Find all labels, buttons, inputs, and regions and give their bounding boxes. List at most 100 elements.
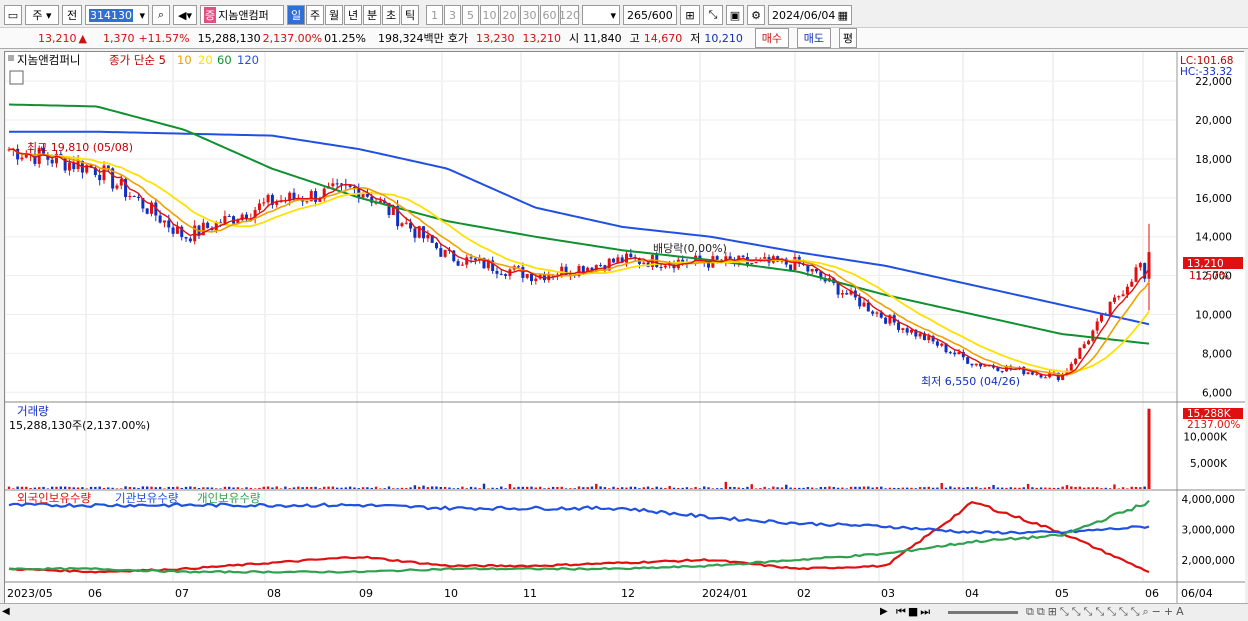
- volume-bar: [754, 488, 758, 489]
- candle-body: [132, 195, 136, 197]
- change-percent: +11.57%: [138, 31, 190, 45]
- volume-bar: [1117, 488, 1120, 489]
- candle-body: [612, 258, 616, 263]
- volume-bar: [448, 487, 451, 489]
- date-input[interactable]: 2024/06/04 ▦: [768, 5, 852, 25]
- candle-body: [866, 302, 870, 312]
- volume-tick-label: 10,000K: [1183, 432, 1228, 444]
- save-icon[interactable]: ▣: [726, 5, 744, 25]
- volume-bar: [335, 487, 339, 489]
- volume-bar: [949, 486, 952, 489]
- x-axis-label: 2023/05: [7, 587, 53, 600]
- volume-bar: [573, 488, 576, 489]
- volume-bar: [301, 487, 304, 489]
- holding-line-0: [8, 500, 1150, 574]
- chart-area[interactable]: 22,000 20,000 18,000 16,000 14,000 12,000 10,0…: [4, 51, 1245, 605]
- volume-bar: [884, 488, 887, 489]
- volume-bar: [651, 487, 654, 489]
- candle-body: [983, 365, 987, 367]
- tab-4[interactable]: 분: [363, 5, 381, 25]
- draw-tool-icon[interactable]: ⤡: [703, 5, 723, 25]
- gear-icon[interactable]: ⚙: [747, 5, 765, 25]
- tool-icons[interactable]: ⧉⧉⊞⤡⤡⤡⤡⤡⤡⤡⌕−+A: [1026, 605, 1187, 619]
- candle-body: [162, 220, 166, 223]
- candle-body: [98, 174, 102, 181]
- volume-bar: [76, 487, 80, 489]
- holding-tick-label: 4,000,000: [1182, 494, 1235, 506]
- chart-svg[interactable]: 22,00020,00018,00016,00014,00012,00010,0…: [4, 52, 1245, 605]
- chevron-down-icon[interactable]: ▾: [139, 9, 145, 22]
- volume-bar: [219, 488, 222, 489]
- volume-bar: [672, 487, 676, 489]
- scroll-left-icon[interactable]: ◀: [2, 606, 10, 617]
- volume-bar: [638, 488, 641, 489]
- candle-body: [525, 273, 529, 278]
- tab-1[interactable]: 주: [306, 5, 324, 25]
- volume-bar: [357, 488, 360, 489]
- calendar-icon[interactable]: ▦: [838, 9, 848, 22]
- buy-button[interactable]: 매수: [754, 28, 789, 48]
- tab-2[interactable]: 월: [325, 5, 343, 25]
- x-axis-label: 03: [881, 587, 895, 600]
- interval-120[interactable]: 120: [559, 5, 580, 25]
- tab-0[interactable]: 일: [287, 5, 305, 25]
- volume-bar: [841, 487, 844, 489]
- holding-legend-0: 외국인보유수량: [17, 491, 91, 505]
- period-select[interactable]: 전: [62, 5, 82, 25]
- volume-bar: [707, 487, 710, 489]
- volume-bar: [107, 487, 110, 489]
- eval-button[interactable]: 평: [838, 28, 857, 48]
- volume-bar: [491, 487, 494, 489]
- volume-bar: [586, 487, 589, 489]
- interval-60[interactable]: 60: [540, 5, 559, 25]
- price-tick-label: 10,000: [1195, 310, 1232, 322]
- stock-name-field[interactable]: 증 지놈앤컴퍼: [200, 5, 284, 25]
- interval-3[interactable]: 3: [444, 5, 461, 25]
- volume-bar: [1121, 487, 1125, 489]
- interval-20[interactable]: 20: [500, 5, 519, 25]
- candle-body: [361, 194, 365, 198]
- sell-button[interactable]: 매도: [796, 28, 831, 48]
- candle-body: [1069, 363, 1073, 371]
- candle-body: [974, 363, 978, 366]
- speaker-icon[interactable]: ◀▾: [173, 5, 197, 25]
- market-select[interactable]: 주 ▾: [25, 5, 59, 25]
- volume-bar: [102, 488, 106, 489]
- candle-type-icon[interactable]: ⊞: [680, 5, 700, 25]
- candle-body: [845, 293, 849, 295]
- volume-bar: [897, 487, 900, 489]
- volume-bar: [193, 486, 196, 489]
- bottom-scrollbar[interactable]: ◀ ▶ ⏮■⏭ ⧉⧉⊞⤡⤡⤡⤡⤡⤡⤡⌕−+A: [0, 603, 1248, 621]
- interval-30[interactable]: 30: [520, 5, 539, 25]
- scroll-right-icon[interactable]: ▶: [880, 606, 888, 617]
- count-input[interactable]: 265/600: [623, 5, 677, 25]
- code-input[interactable]: 314130 ▾: [85, 5, 149, 25]
- interval-10[interactable]: 10: [480, 5, 499, 25]
- volume-bar: [832, 487, 835, 489]
- current-price-label: 13,210: [1187, 258, 1224, 270]
- candle-body: [599, 265, 603, 267]
- volume-bar: [29, 487, 32, 489]
- volume-bar: [785, 484, 788, 489]
- tab-3[interactable]: 년: [344, 5, 362, 25]
- tab-6[interactable]: 틱: [401, 5, 419, 25]
- volume-bar: [284, 486, 287, 489]
- tab-5[interactable]: 초: [382, 5, 400, 25]
- ma-legend-60: 60: [217, 53, 232, 67]
- interval-1[interactable]: 1: [426, 5, 443, 25]
- x-axis-label: 05: [1055, 587, 1069, 600]
- volume-bar: [38, 487, 41, 489]
- hc-label: HC:-33.32: [1180, 66, 1233, 78]
- volume-bar: [504, 488, 507, 489]
- interval-5[interactable]: 5: [462, 5, 479, 25]
- search-icon[interactable]: ⌕: [152, 5, 170, 25]
- volume-bar: [893, 487, 896, 489]
- interval-dropdown[interactable]: ▾: [582, 5, 620, 25]
- play-controls[interactable]: ⏮■⏭: [896, 605, 932, 619]
- ask-price: 13,230: [476, 31, 515, 45]
- candle-body: [517, 266, 521, 268]
- window-icon[interactable]: ▭: [4, 5, 22, 25]
- zoom-slider[interactable]: [948, 611, 1018, 614]
- candle-body: [266, 194, 270, 203]
- volume-bar: [392, 488, 395, 489]
